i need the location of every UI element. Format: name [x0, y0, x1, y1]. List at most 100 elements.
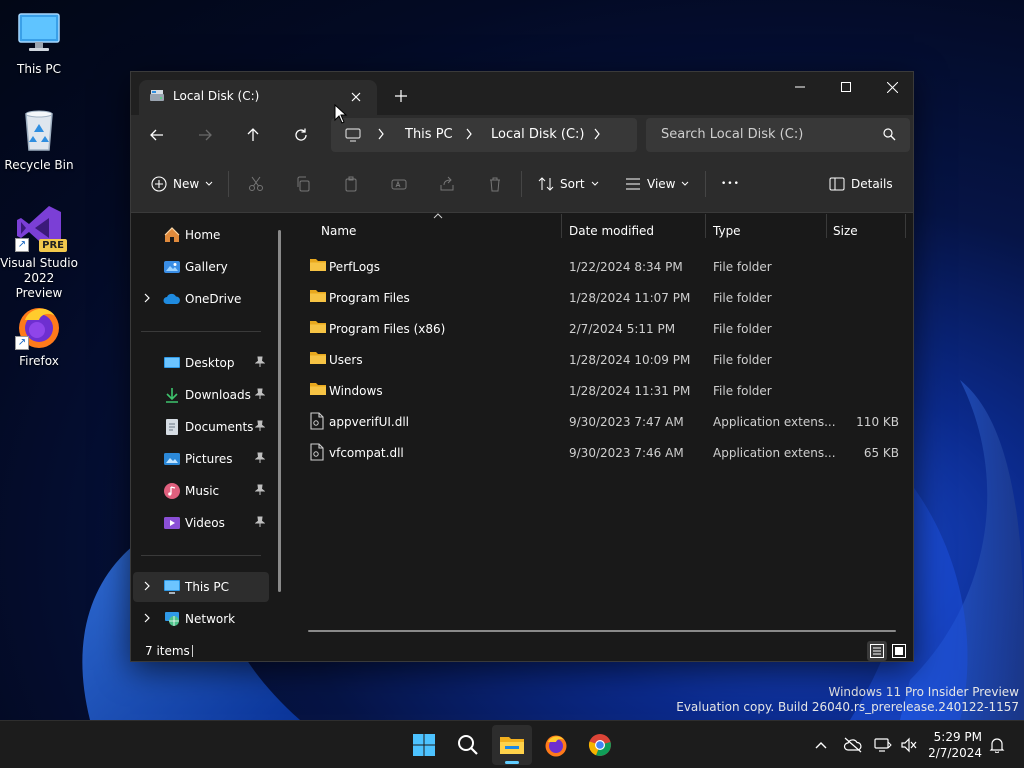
pin-icon[interactable]: [254, 516, 267, 530]
table-row[interactable]: vfcompat.dll 9/30/2023 7:46 AM Application…: [299, 437, 909, 468]
folder-icon: [309, 350, 327, 368]
arrow-left-icon[interactable]: [142, 121, 172, 149]
refresh-icon[interactable]: [286, 121, 316, 149]
taskbar: 5:29 PM 2/7/2024: [0, 720, 1024, 768]
watermark-line: Windows 11 Pro Insider Preview: [828, 685, 1019, 699]
address-bar[interactable]: This PC Local Disk (C:): [331, 118, 637, 152]
desktop-icon-visual-studio[interactable]: PRE ↗ Visual Studio 2022 Preview: [0, 204, 78, 301]
column-divider[interactable]: [561, 214, 562, 238]
chevron-right-icon[interactable]: [465, 128, 473, 143]
nav-item-label: Pictures: [185, 452, 233, 466]
tiles-view-icon[interactable]: [889, 641, 909, 661]
title-bar[interactable]: Local Disk (C:): [131, 72, 913, 115]
file-type: File folder: [713, 291, 772, 305]
column-divider[interactable]: [826, 214, 827, 238]
column-divider[interactable]: [705, 214, 706, 238]
chrome-icon[interactable]: [580, 725, 620, 765]
nav-item-documents[interactable]: Documents: [133, 412, 269, 442]
table-row[interactable]: Program Files 1/28/2024 11:07 PM File fold…: [299, 282, 909, 313]
windows-start-icon[interactable]: [404, 725, 444, 765]
copy-button[interactable]: [295, 169, 311, 199]
column-header-name[interactable]: Name: [321, 220, 561, 244]
arrow-up-icon[interactable]: [238, 121, 268, 149]
breadcrumb-local-disk[interactable]: Local Disk (C:): [491, 127, 584, 142]
column-divider[interactable]: [905, 214, 906, 238]
delete-button[interactable]: [487, 169, 503, 199]
cut-button[interactable]: [248, 169, 264, 199]
chevron-right-icon[interactable]: [143, 292, 155, 306]
nav-item-pictures[interactable]: Pictures: [133, 444, 269, 474]
nav-item-onedrive[interactable]: OneDrive: [133, 284, 269, 314]
paste-button[interactable]: [343, 169, 359, 199]
nav-item-desktop[interactable]: Desktop: [133, 348, 269, 378]
network-icon[interactable]: [872, 721, 894, 768]
file-explorer-icon[interactable]: [492, 725, 532, 765]
firefox-icon[interactable]: [536, 725, 576, 765]
desktop-icon-this-pc[interactable]: This PC: [0, 10, 78, 77]
pin-icon[interactable]: [254, 356, 267, 370]
system-clock[interactable]: 5:29 PM 2/7/2024: [928, 729, 982, 761]
chevron-right-icon[interactable]: [143, 612, 155, 626]
desktop-icon-recycle-bin[interactable]: Recycle Bin: [0, 106, 78, 173]
shortcut-arrow-icon: ↗: [15, 238, 29, 252]
details-view-icon[interactable]: [867, 641, 887, 661]
close-icon[interactable]: [869, 72, 913, 102]
nav-item-gallery[interactable]: Gallery: [133, 252, 269, 282]
nav-item-home[interactable]: Home: [133, 220, 269, 250]
computer-icon: [163, 578, 181, 596]
document-icon: [163, 418, 181, 436]
volume-mute-icon[interactable]: [898, 721, 920, 768]
file-icon: [309, 412, 327, 430]
cloud-off-icon[interactable]: [840, 721, 866, 768]
more-options-icon[interactable]: •••: [721, 169, 740, 199]
bell-icon[interactable]: [986, 721, 1008, 768]
details-pane-button[interactable]: Details: [829, 169, 893, 199]
arrow-right-icon[interactable]: [190, 121, 220, 149]
sort-label: Sort: [560, 177, 585, 191]
table-row[interactable]: Program Files (x86) 2/7/2024 5:11 PM File …: [299, 313, 909, 344]
chevron-up-icon[interactable]: [810, 721, 832, 768]
column-header-type[interactable]: Type: [713, 220, 825, 244]
view-list-icon: [626, 178, 640, 190]
divider: [705, 171, 706, 197]
sort-button[interactable]: Sort: [538, 169, 599, 199]
pin-icon[interactable]: [254, 420, 267, 434]
chevron-right-icon[interactable]: [143, 580, 155, 594]
horizontal-scrollbar[interactable]: [308, 630, 896, 632]
file-list: Name Date modified Type Size PerfLogs 1/2…: [289, 213, 913, 639]
pin-icon[interactable]: [254, 484, 267, 498]
sort-icon: [538, 177, 554, 191]
rename-button[interactable]: [391, 169, 407, 199]
breadcrumb-this-pc[interactable]: This PC: [405, 127, 453, 142]
maximize-icon[interactable]: [823, 72, 869, 102]
chevron-right-icon[interactable]: [593, 128, 601, 143]
search-icon[interactable]: [448, 725, 488, 765]
table-row[interactable]: appverifUI.dll 9/30/2023 7:47 AM Applicati…: [299, 406, 909, 437]
plus-icon[interactable]: [389, 84, 413, 108]
pin-icon[interactable]: [254, 452, 267, 466]
nav-item-network[interactable]: Network: [133, 604, 269, 634]
column-header-date[interactable]: Date modified: [569, 220, 705, 244]
column-header-size[interactable]: Size: [833, 220, 905, 244]
nav-item-downloads[interactable]: Downloads: [133, 380, 269, 410]
command-bar: New Sort View ••• Details: [131, 155, 913, 213]
desktop-icon-firefox[interactable]: ↗ Firefox: [0, 302, 78, 369]
view-button[interactable]: View: [625, 169, 689, 199]
navigation-pane: Home Gallery OneDrive Desktop Downloads …: [131, 214, 289, 639]
close-icon[interactable]: [345, 86, 367, 108]
divider: [141, 555, 261, 556]
nav-item-this-pc[interactable]: This PC: [133, 572, 269, 602]
search-icon[interactable]: [883, 128, 896, 144]
nav-item-videos[interactable]: Videos: [133, 508, 269, 538]
table-row[interactable]: Windows 1/28/2024 11:31 PM File folder: [299, 375, 909, 406]
table-row[interactable]: PerfLogs 1/22/2024 8:34 PM File folder: [299, 251, 909, 282]
share-button[interactable]: [439, 169, 455, 199]
table-row[interactable]: Users 1/28/2024 10:09 PM File folder: [299, 344, 909, 375]
search-box[interactable]: Search Local Disk (C:): [646, 118, 910, 152]
minimize-icon[interactable]: [777, 72, 823, 102]
nav-scrollbar[interactable]: [278, 230, 281, 592]
nav-item-music[interactable]: Music: [133, 476, 269, 506]
chevron-right-icon[interactable]: [377, 128, 385, 143]
pin-icon[interactable]: [254, 388, 267, 402]
new-button[interactable]: New: [151, 169, 213, 199]
